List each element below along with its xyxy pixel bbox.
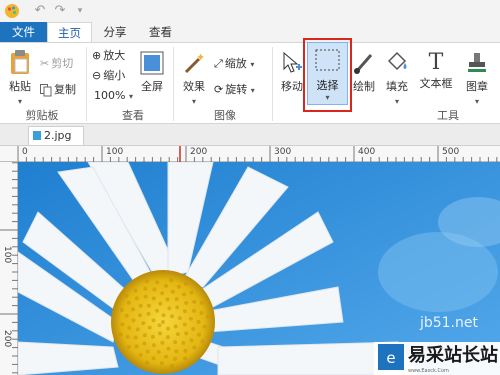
highlight-frame bbox=[303, 38, 352, 112]
copy-button[interactable]: 复制 bbox=[40, 81, 76, 99]
ruler-mark: 100 bbox=[106, 147, 124, 157]
ribbon-tabs: 文件 主页 分享 查看 bbox=[0, 22, 500, 43]
view-group-label: 查看 bbox=[122, 109, 144, 122]
fullscreen-button[interactable]: 全屏 bbox=[137, 51, 167, 94]
document-tab-name: 2.jpg bbox=[44, 129, 72, 142]
ruler-mark: 300 bbox=[274, 147, 292, 157]
ruler-mark: 400 bbox=[358, 147, 376, 157]
chevron-down-icon: ▾ bbox=[128, 92, 133, 101]
effects-dropdown-icon[interactable]: ▾ bbox=[192, 97, 196, 106]
text-t-icon: T bbox=[428, 50, 444, 75]
clipboard-group-label: 剪贴板 bbox=[25, 109, 59, 122]
ruler-mark: 500 bbox=[442, 147, 460, 157]
document-tab-strip: 2.jpg × bbox=[0, 124, 500, 160]
textbox-label: 文本框 bbox=[419, 77, 453, 90]
separator bbox=[272, 47, 273, 121]
move-label: 移动 bbox=[281, 80, 303, 93]
ruler-corner bbox=[0, 146, 18, 162]
rotate-dropdown-icon: ▾ bbox=[250, 86, 255, 95]
fill-button[interactable]: 填充 ▾ bbox=[382, 51, 412, 107]
effects-label: 效果 bbox=[183, 80, 205, 93]
zoom-out-button[interactable]: ⊖ 缩小 bbox=[92, 67, 125, 85]
stamp-label: 图章 bbox=[466, 80, 488, 93]
rotate-label: 旋转 bbox=[225, 83, 248, 96]
watermark-url: www.Easck.Com bbox=[408, 368, 449, 374]
ruler-mark: 100 bbox=[2, 246, 12, 264]
resize-icon: ⤢ bbox=[214, 57, 223, 70]
paste-dropdown-icon[interactable]: ▾ bbox=[18, 97, 22, 106]
rotate-button[interactable]: ⟳ 旋转 ▾ bbox=[214, 81, 255, 99]
resize-button[interactable]: ⤢ 缩放 ▾ bbox=[214, 55, 254, 73]
watermark-partial: jb51.net bbox=[419, 315, 479, 331]
magic-wand-icon: ✦ bbox=[184, 51, 205, 74]
fullscreen-icon bbox=[140, 51, 164, 75]
tab-home[interactable]: 主页 bbox=[47, 22, 92, 43]
document-tab[interactable]: 2.jpg × bbox=[28, 126, 84, 160]
rotate-icon: ⟳ bbox=[214, 83, 224, 96]
undo-icon[interactable]: ↶ bbox=[32, 3, 48, 19]
zoom-level-dropdown[interactable]: 100% ▾ bbox=[94, 87, 133, 105]
redo-icon[interactable]: ↷ bbox=[52, 3, 68, 19]
stamp-dropdown-icon[interactable]: ▾ bbox=[475, 97, 479, 106]
tab-view[interactable]: 查看 bbox=[137, 22, 184, 42]
customize-qat-icon[interactable]: ▾ bbox=[72, 3, 88, 19]
paint-app-logo bbox=[5, 4, 19, 18]
move-arrow-icon bbox=[283, 51, 302, 73]
fullscreen-label: 全屏 bbox=[141, 80, 163, 93]
vertical-ruler: 100 200 bbox=[0, 146, 18, 375]
copy-label: 复制 bbox=[54, 83, 76, 96]
textbox-button[interactable]: T 文本框 bbox=[418, 51, 454, 91]
tools-group-label: 工具 bbox=[437, 109, 459, 122]
effects-button[interactable]: ✦ 效果 ▾ bbox=[180, 51, 208, 107]
ruler-mark: 200 bbox=[190, 147, 208, 157]
paste-label: 粘贴 bbox=[9, 80, 31, 93]
fill-dropdown-icon[interactable]: ▾ bbox=[395, 97, 399, 106]
cut-label: 剪切 bbox=[51, 57, 74, 70]
tab-file[interactable]: 文件 bbox=[0, 22, 47, 42]
fill-label: 填充 bbox=[386, 80, 408, 93]
copy-icon bbox=[40, 83, 52, 96]
separator bbox=[173, 47, 174, 121]
ribbon-panel: 粘贴 ▾ ✂ 剪切 复制 剪贴板 ⊕ 放大 ⊖ 缩小 100% ▾ 全屏 查看 ✦ 效… bbox=[0, 42, 500, 124]
tab-share[interactable]: 分享 bbox=[93, 22, 137, 42]
stamp-icon bbox=[468, 53, 486, 72]
resize-label: 缩放 bbox=[224, 57, 247, 70]
zoom-out-icon: ⊖ bbox=[92, 69, 102, 82]
zoom-in-button[interactable]: ⊕ 放大 bbox=[92, 47, 125, 65]
move-button[interactable]: 移动 bbox=[278, 51, 306, 94]
ruler-mark: 0 bbox=[22, 147, 28, 157]
paste-button[interactable]: 粘贴 ▾ bbox=[6, 49, 34, 107]
separator bbox=[86, 47, 87, 121]
image-canvas[interactable]: e jb51.net 易采站长站 www.Easck.Com bbox=[18, 162, 500, 375]
zoom-out-label: 缩小 bbox=[103, 69, 126, 82]
draw-button[interactable]: 绘制 bbox=[352, 51, 376, 94]
scissors-icon: ✂ bbox=[40, 57, 50, 70]
svg-text:✦: ✦ bbox=[196, 51, 205, 64]
image-file-icon bbox=[33, 131, 41, 140]
clipboard-icon bbox=[11, 50, 29, 74]
brush-icon bbox=[354, 54, 373, 74]
ruler-ticks bbox=[18, 146, 498, 162]
watermark-site-name: 易采站长站 bbox=[408, 344, 498, 366]
zoom-in-label: 放大 bbox=[103, 49, 126, 62]
zoom-level-value: 100% bbox=[94, 89, 126, 102]
cut-button[interactable]: ✂ 剪切 bbox=[40, 55, 73, 73]
draw-label: 绘制 bbox=[353, 80, 375, 93]
ruler-mark: 200 bbox=[2, 330, 12, 348]
resize-dropdown-icon: ▾ bbox=[250, 60, 255, 69]
svg-text:e: e bbox=[386, 349, 395, 367]
stamp-button[interactable]: 图章 ▾ bbox=[462, 51, 492, 107]
paint-bucket-icon bbox=[387, 51, 407, 71]
daisy-photo: e jb51.net 易采站长站 www.Easck.Com bbox=[18, 162, 500, 375]
horizontal-ruler: 0 100 200 300 400 500 bbox=[18, 146, 500, 162]
image-group-label: 图像 bbox=[214, 109, 236, 122]
quick-access-toolbar: ↶ ↷ ▾ bbox=[0, 0, 500, 22]
zoom-in-icon: ⊕ bbox=[92, 49, 102, 62]
